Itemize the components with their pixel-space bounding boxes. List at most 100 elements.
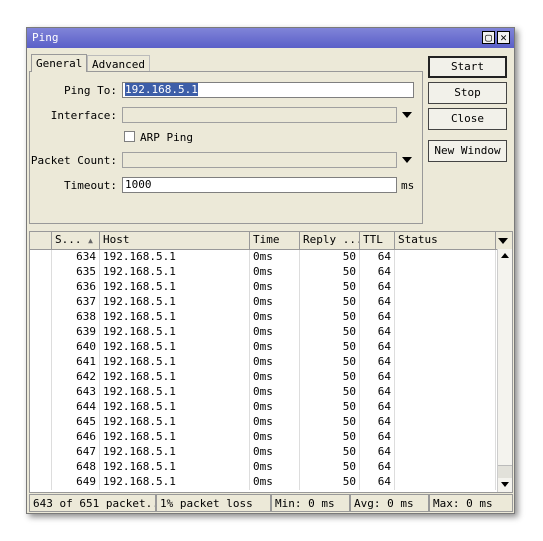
start-button[interactable]: Start bbox=[428, 56, 507, 78]
table-row[interactable]: 640 192.168.5.1 0ms 50 64 bbox=[30, 340, 496, 355]
row-gutter bbox=[30, 415, 52, 430]
column-header-reply[interactable]: Reply ... bbox=[300, 232, 360, 249]
cell-ttl: 64 bbox=[360, 460, 395, 475]
new-window-button[interactable]: New Window bbox=[428, 140, 507, 162]
cell-seq: 642 bbox=[52, 370, 100, 385]
cell-time: 0ms bbox=[250, 385, 300, 400]
cell-ttl: 64 bbox=[360, 475, 395, 490]
cell-time: 0ms bbox=[250, 340, 300, 355]
cell-host: 192.168.5.1 bbox=[100, 430, 250, 445]
cell-status bbox=[395, 355, 496, 370]
cell-reply: 50 bbox=[300, 250, 360, 265]
cell-status bbox=[395, 445, 496, 460]
close-icon[interactable]: ✕ bbox=[497, 31, 510, 44]
interface-select[interactable] bbox=[122, 107, 397, 123]
row-gutter bbox=[30, 355, 52, 370]
packet-count-label: Packet Count: bbox=[30, 154, 117, 167]
tab-advanced[interactable]: Advanced bbox=[87, 55, 150, 72]
cell-ttl: 64 bbox=[360, 430, 395, 445]
table-row[interactable]: 636 192.168.5.1 0ms 50 64 bbox=[30, 280, 496, 295]
cell-host: 192.168.5.1 bbox=[100, 370, 250, 385]
scroll-thumb[interactable] bbox=[498, 465, 512, 478]
cell-reply: 50 bbox=[300, 325, 360, 340]
cell-time: 0ms bbox=[250, 475, 300, 490]
status-avg: Avg: 0 ms bbox=[350, 494, 429, 512]
cell-status bbox=[395, 325, 496, 340]
table-row[interactable]: 645 192.168.5.1 0ms 50 64 bbox=[30, 415, 496, 430]
close-button[interactable]: Close bbox=[428, 108, 507, 130]
table-row[interactable]: 642 192.168.5.1 0ms 50 64 bbox=[30, 370, 496, 385]
column-header-time[interactable]: Time bbox=[250, 232, 300, 249]
arp-ping-checkbox[interactable] bbox=[124, 131, 135, 142]
cell-ttl: 64 bbox=[360, 265, 395, 280]
column-header-blank bbox=[30, 232, 52, 249]
column-header-ttl[interactable]: TTL bbox=[360, 232, 395, 249]
row-gutter bbox=[30, 445, 52, 460]
cell-reply: 50 bbox=[300, 280, 360, 295]
cell-seq: 637 bbox=[52, 295, 100, 310]
cell-seq: 634 bbox=[52, 250, 100, 265]
cell-host: 192.168.5.1 bbox=[100, 265, 250, 280]
table-row[interactable]: 646 192.168.5.1 0ms 50 64 bbox=[30, 430, 496, 445]
cell-host: 192.168.5.1 bbox=[100, 385, 250, 400]
table-row[interactable]: 644 192.168.5.1 0ms 50 64 bbox=[30, 400, 496, 415]
cell-time: 0ms bbox=[250, 355, 300, 370]
cell-seq: 643 bbox=[52, 385, 100, 400]
column-header-seq[interactable]: S... ▲ bbox=[52, 232, 100, 249]
table-row[interactable]: 637 192.168.5.1 0ms 50 64 bbox=[30, 295, 496, 310]
tab-general[interactable]: General bbox=[31, 54, 88, 72]
table-row[interactable]: 643 192.168.5.1 0ms 50 64 bbox=[30, 385, 496, 400]
cell-status bbox=[395, 280, 496, 295]
packet-count-select[interactable] bbox=[122, 152, 397, 168]
cell-host: 192.168.5.1 bbox=[100, 355, 250, 370]
cell-status bbox=[395, 400, 496, 415]
table-row[interactable]: 648 192.168.5.1 0ms 50 64 bbox=[30, 460, 496, 475]
vertical-scrollbar[interactable] bbox=[497, 249, 512, 492]
table-row[interactable]: 649 192.168.5.1 0ms 50 64 bbox=[30, 475, 496, 490]
timeout-input[interactable]: 1000 bbox=[122, 177, 397, 193]
cell-ttl: 64 bbox=[360, 310, 395, 325]
table-row[interactable]: 634 192.168.5.1 0ms 50 64 bbox=[30, 250, 496, 265]
results-table[interactable]: S... ▲ Host Time Reply ... TTL Status 63… bbox=[29, 231, 513, 493]
row-gutter bbox=[30, 340, 52, 355]
cell-host: 192.168.5.1 bbox=[100, 400, 250, 415]
cell-reply: 50 bbox=[300, 400, 360, 415]
column-header-host[interactable]: Host bbox=[100, 232, 250, 249]
cell-time: 0ms bbox=[250, 400, 300, 415]
cell-ttl: 64 bbox=[360, 280, 395, 295]
cell-status bbox=[395, 460, 496, 475]
cell-reply: 50 bbox=[300, 295, 360, 310]
cell-host: 192.168.5.1 bbox=[100, 325, 250, 340]
column-menu-icon[interactable] bbox=[496, 232, 512, 249]
table-row[interactable]: 639 192.168.5.1 0ms 50 64 bbox=[30, 325, 496, 340]
interface-dropdown-icon[interactable] bbox=[402, 112, 412, 118]
table-row[interactable]: 641 192.168.5.1 0ms 50 64 bbox=[30, 355, 496, 370]
table-row[interactable]: 635 192.168.5.1 0ms 50 64 bbox=[30, 265, 496, 280]
stop-button[interactable]: Stop bbox=[428, 82, 507, 104]
cell-time: 0ms bbox=[250, 430, 300, 445]
table-row[interactable]: 638 192.168.5.1 0ms 50 64 bbox=[30, 310, 496, 325]
cell-host: 192.168.5.1 bbox=[100, 340, 250, 355]
cell-reply: 50 bbox=[300, 355, 360, 370]
packet-count-dropdown-icon[interactable] bbox=[402, 157, 412, 163]
title-bar[interactable]: Ping ▢ ✕ bbox=[27, 28, 514, 48]
cell-time: 0ms bbox=[250, 445, 300, 460]
row-gutter bbox=[30, 310, 52, 325]
scroll-up-icon[interactable] bbox=[501, 253, 509, 258]
status-bar: 643 of 651 packet... 1% packet loss Min:… bbox=[29, 494, 513, 512]
cell-host: 192.168.5.1 bbox=[100, 475, 250, 490]
cell-reply: 50 bbox=[300, 340, 360, 355]
cell-time: 0ms bbox=[250, 370, 300, 385]
maximize-icon[interactable]: ▢ bbox=[482, 31, 495, 44]
scroll-down-icon[interactable] bbox=[501, 482, 509, 487]
cell-ttl: 64 bbox=[360, 340, 395, 355]
cell-status bbox=[395, 370, 496, 385]
cell-ttl: 64 bbox=[360, 325, 395, 340]
row-gutter bbox=[30, 400, 52, 415]
cell-seq: 647 bbox=[52, 445, 100, 460]
column-header-status[interactable]: Status bbox=[395, 232, 496, 249]
timeout-unit: ms bbox=[401, 179, 415, 192]
ping-to-input[interactable]: 192.168.5.1 bbox=[122, 82, 414, 98]
table-row[interactable]: 647 192.168.5.1 0ms 50 64 bbox=[30, 445, 496, 460]
cell-seq: 644 bbox=[52, 400, 100, 415]
